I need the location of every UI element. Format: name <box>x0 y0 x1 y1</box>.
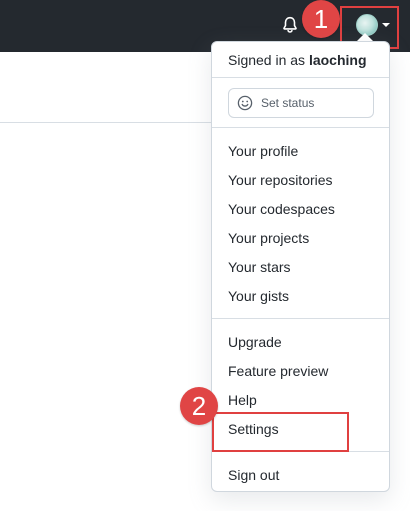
menu-divider <box>212 127 389 128</box>
signed-in-text: Signed in as laoching <box>228 52 367 68</box>
menu-item-feature-preview[interactable]: Feature preview <box>228 363 328 379</box>
set-status-button[interactable]: Set status <box>228 88 374 118</box>
dropdown-pointer <box>357 33 373 41</box>
signed-in-prefix: Signed in as <box>228 52 306 68</box>
smiley-icon <box>237 95 253 111</box>
bell-icon[interactable] <box>281 16 299 34</box>
menu-item-your-profile[interactable]: Your profile <box>228 143 298 159</box>
menu-item-your-codespaces[interactable]: Your codespaces <box>228 201 335 217</box>
menu-item-your-gists[interactable]: Your gists <box>228 288 289 304</box>
page-divider <box>0 122 212 123</box>
username: laoching <box>308 52 367 68</box>
settings-highlight-box <box>212 412 349 452</box>
menu-item-your-stars[interactable]: Your stars <box>228 259 291 275</box>
menu-item-upgrade[interactable]: Upgrade <box>228 334 282 350</box>
menu-item-help[interactable]: Help <box>228 392 257 408</box>
page: 1 Signed in as laoching Set status Your … <box>0 0 410 511</box>
menu-item-your-repositories[interactable]: Your repositories <box>228 172 333 188</box>
menu-divider <box>212 77 389 78</box>
menu-item-sign-out[interactable]: Sign out <box>228 467 279 483</box>
step-badge-1: 1 <box>302 0 340 38</box>
set-status-label: Set status <box>261 96 315 110</box>
step-badge-2: 2 <box>180 387 218 425</box>
menu-divider <box>212 318 389 319</box>
menu-item-your-projects[interactable]: Your projects <box>228 230 309 246</box>
